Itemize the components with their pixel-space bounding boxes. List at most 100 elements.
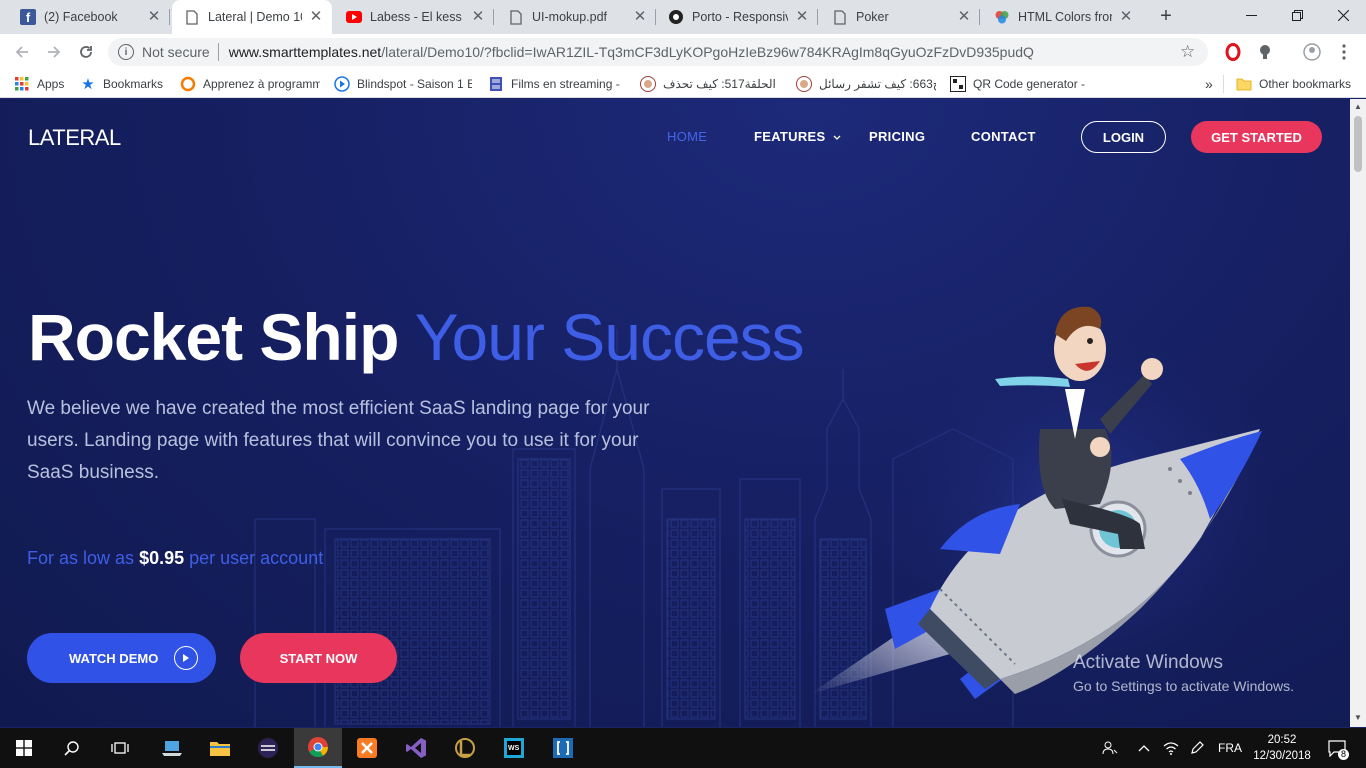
back-icon[interactable] [10, 40, 34, 64]
page-icon [508, 9, 524, 25]
laptop-icon[interactable] [148, 728, 196, 768]
info-icon[interactable]: i [118, 44, 134, 60]
reload-icon[interactable] [74, 40, 98, 64]
close-tab-icon[interactable]: ✕ [794, 9, 810, 25]
eclipse-icon[interactable] [244, 728, 292, 768]
people-icon[interactable] [1098, 728, 1122, 768]
watch-demo-label: WATCH DEMO [69, 650, 159, 666]
brackets-icon[interactable] [539, 728, 587, 768]
chevron-up-icon[interactable] [1134, 728, 1154, 768]
wifi-icon[interactable] [1160, 728, 1182, 768]
url-path: /lateral/Demo10/?fbclid=IwAR1ZIL-Tq3mCF3… [381, 44, 1034, 60]
clock-date: 12/30/2018 [1253, 750, 1311, 762]
opera-icon[interactable] [1224, 43, 1242, 61]
get-started-button[interactable]: GET STARTED [1191, 121, 1322, 153]
security-label: Not secure [142, 44, 210, 60]
nav-home[interactable]: HOME [667, 129, 707, 144]
bookmark-openclassrooms[interactable]: Apprenez à programm [180, 75, 320, 93]
bookmark-label: Blindspot - Saison 1 E [357, 77, 472, 91]
tab-ui-mockup[interactable]: UI-mokup.pdf ✕ [496, 0, 656, 34]
file-explorer-icon[interactable] [196, 728, 244, 768]
url-host: www.smarttemplates.net [228, 44, 382, 60]
address-bar[interactable]: i Not secure www.smarttemplates.net /lat… [108, 38, 1208, 66]
close-tab-icon[interactable]: ✕ [308, 9, 324, 25]
tab-facebook[interactable]: f (2) Facebook ✕ [8, 0, 170, 34]
nav-features[interactable]: FEATURES [754, 129, 841, 144]
bookmark-label: الحلقة517: كيف تحذف [663, 77, 776, 91]
pen-icon[interactable] [1186, 728, 1208, 768]
bookmarks-overflow-icon[interactable]: » [1205, 75, 1213, 93]
bookmark-label: Other bookmarks [1259, 77, 1352, 91]
watermark-line-1: Activate Windows [1073, 652, 1223, 673]
tab-title: Lateral | Demo 10 [208, 10, 302, 24]
task-view-icon[interactable] [96, 728, 144, 768]
bookmark-star-icon[interactable]: ☆ [1180, 42, 1195, 62]
notifications-icon[interactable]: 8 [1318, 728, 1358, 768]
watch-demo-button[interactable]: WATCH DEMO [27, 633, 216, 683]
login-button[interactable]: LOGIN [1081, 121, 1166, 153]
apps-grid-icon [14, 76, 30, 92]
bookmark-arabic-1[interactable]: الحلقة517: كيف تحذف [640, 75, 780, 93]
site-logo[interactable]: LATERAL [28, 125, 121, 151]
nav-pricing[interactable]: PRICING [869, 129, 925, 144]
close-tab-icon[interactable]: ✕ [470, 9, 486, 25]
start-icon[interactable] [0, 728, 48, 768]
maximize-icon[interactable] [1274, 0, 1320, 30]
play-icon [174, 646, 198, 670]
webstorm-icon[interactable]: WS [490, 728, 538, 768]
bookmark-other[interactable]: Other bookmarks [1236, 75, 1351, 93]
bookmark-label: Bookmarks [103, 77, 164, 91]
tab-html-colors[interactable]: HTML Colors from ✕ [982, 0, 1142, 34]
tab-poker[interactable]: Poker ✕ [820, 0, 980, 34]
nav-contact[interactable]: CONTACT [971, 129, 1036, 144]
chrome-icon[interactable] [294, 728, 342, 768]
forward-icon[interactable] [42, 40, 66, 64]
bookmark-films[interactable]: Films en streaming - [488, 75, 622, 93]
avatar-icon [796, 76, 812, 92]
tab-lateral-demo[interactable]: Lateral | Demo 10 ✕ [172, 0, 332, 34]
page-icon [832, 9, 848, 25]
tab-title: Poker [856, 10, 889, 24]
watermark-line-2: Go to Settings to activate Windows. [1073, 678, 1294, 694]
bookmark-bookmarks[interactable]: ★ Bookmarks [80, 75, 163, 93]
svg-text:WS: WS [508, 745, 520, 752]
close-tab-icon[interactable]: ✕ [632, 9, 648, 25]
close-window-icon[interactable] [1320, 0, 1366, 30]
bookmark-label: Apps [37, 77, 65, 91]
folder-icon [1236, 76, 1252, 92]
bookmark-blindspot[interactable]: Blindspot - Saison 1 E [334, 75, 472, 93]
start-now-button[interactable]: START NOW [240, 633, 397, 683]
color-wheel-icon [994, 9, 1010, 25]
system-clock[interactable]: 20:52 12/30/2018 [1251, 732, 1313, 764]
notifications-count: 8 [1338, 749, 1350, 760]
close-tab-icon[interactable]: ✕ [146, 9, 162, 25]
avatar-icon [640, 76, 656, 92]
language-indicator[interactable]: FRA [1212, 728, 1248, 768]
league-icon[interactable] [441, 728, 489, 768]
bookmark-qr[interactable]: QR Code generator - [950, 75, 1090, 93]
bookmark-arabic-2[interactable]: ح663: كيف تشفر رسائل [796, 75, 936, 93]
bookmark-label: Apprenez à programm [203, 77, 320, 91]
profile-avatar-icon[interactable] [1303, 43, 1321, 61]
minimize-icon[interactable] [1228, 0, 1274, 30]
chevron-down-icon [833, 129, 841, 144]
tab-porto[interactable]: Porto - Responsive ✕ [656, 0, 818, 34]
tab-title: UI-mokup.pdf [532, 10, 608, 24]
xampp-icon[interactable] [343, 728, 391, 768]
hero-title-light: Your Success [414, 300, 805, 374]
close-tab-icon[interactable]: ✕ [956, 9, 972, 25]
lightbulb-icon[interactable] [1256, 43, 1274, 61]
tab-youtube[interactable]: Labess - El kess yd ✕ [334, 0, 494, 34]
scroll-up-icon[interactable]: ▲ [1354, 102, 1362, 111]
scroll-down-icon[interactable]: ▼ [1354, 713, 1362, 722]
menu-kebab-icon[interactable] [1335, 43, 1353, 61]
divider [1223, 75, 1224, 93]
bookmark-apps[interactable]: Apps [14, 75, 64, 93]
search-icon[interactable] [48, 728, 96, 768]
scroll-thumb[interactable] [1354, 116, 1362, 172]
page-scrollbar[interactable]: ▲ ▼ [1350, 99, 1366, 727]
tab-title: (2) Facebook [44, 10, 118, 24]
new-tab-button[interactable]: + [1155, 6, 1177, 28]
close-tab-icon[interactable]: ✕ [1118, 9, 1134, 25]
visual-studio-icon[interactable] [392, 728, 440, 768]
